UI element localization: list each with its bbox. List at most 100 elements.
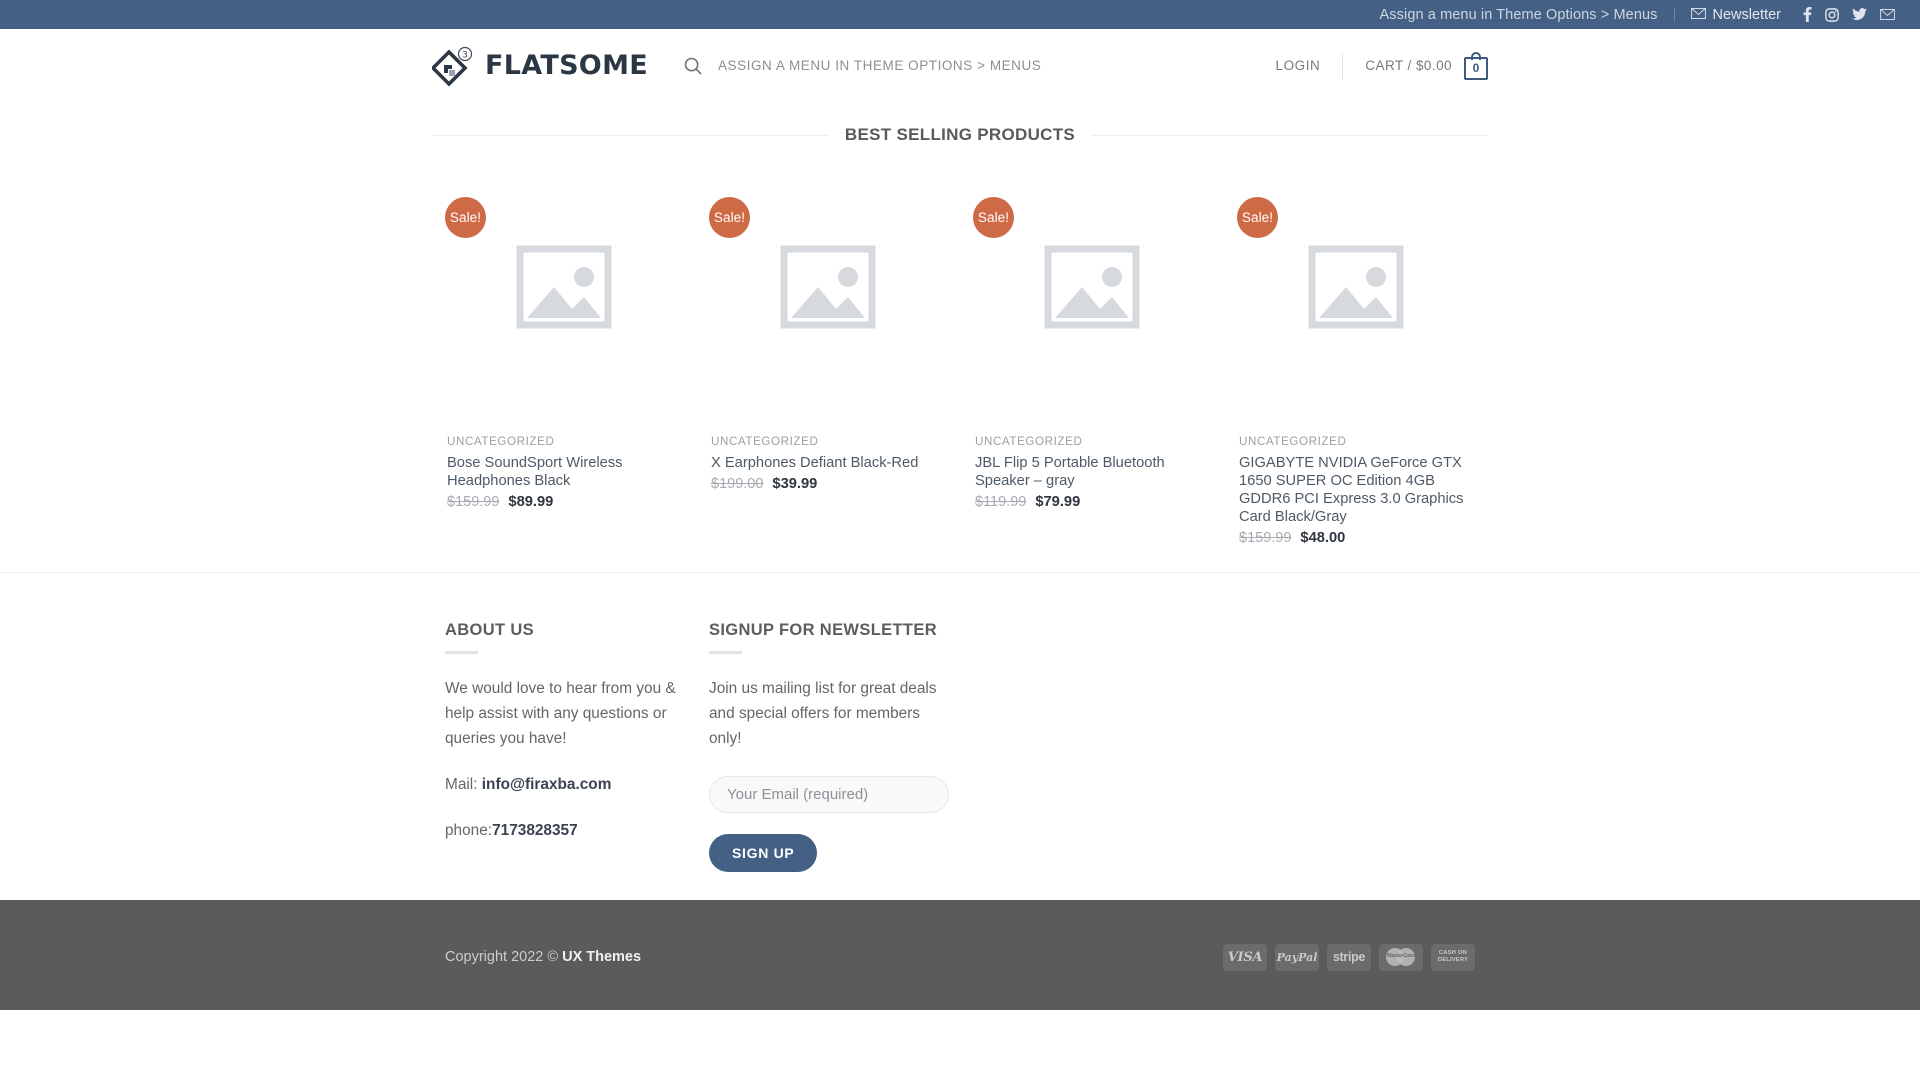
price-original: $119.99 [975, 494, 1027, 510]
instagram-icon[interactable] [1825, 7, 1839, 22]
cash-on-delivery-icon: CASH ON DELIVERY [1431, 943, 1475, 971]
about-body: We would love to hear from you & help as… [445, 680, 676, 747]
product-info: UNCATEGORIZED GIGABYTE NVIDIA GeForce GT… [1237, 435, 1475, 546]
copyright-text: Copyright 2022 © UX Themes [432, 949, 641, 965]
price-sale: $79.99 [1035, 494, 1081, 510]
product-card[interactable]: Sale! UNCATEGORIZED GIGABYTE NVIDIA GeFo… [1224, 197, 1488, 546]
cart-bag-icon: 0 [1464, 51, 1488, 80]
price-sale: $48.00 [1300, 530, 1346, 546]
mail-value[interactable]: info@firaxba.com [482, 776, 612, 793]
product-card[interactable]: Sale! UNCATEGORIZED X Earphones Defiant … [696, 197, 960, 546]
cart-link[interactable]: CART / $0.00 0 [1365, 51, 1488, 80]
stripe-icon: stripe [1327, 943, 1371, 971]
about-title: ABOUT US [445, 621, 534, 639]
copyright-prefix: Copyright 2022 © [445, 949, 563, 965]
twitter-icon[interactable] [1852, 8, 1867, 21]
product-info: UNCATEGORIZED X Earphones Defiant Black-… [709, 435, 947, 492]
price-original: $159.99 [447, 494, 500, 510]
copyright-brand[interactable]: UX Themes [562, 949, 641, 965]
mail-label: Mail: [445, 776, 482, 793]
title-rule-right [1092, 134, 1488, 136]
site-logo[interactable]: 3 FLATSOME [430, 44, 648, 88]
newsletter-label: Newsletter [1712, 6, 1782, 23]
flatsome-diamond-icon: 3 [430, 44, 476, 88]
sale-badge: Sale! [1237, 197, 1278, 238]
header-right: LOGIN CART / $0.00 0 [1276, 51, 1488, 80]
price-sale: $39.99 [772, 476, 818, 492]
price-row: $159.99 $48.00 [1239, 530, 1475, 546]
newsletter-title: SIGNUP FOR NEWSLETTER [709, 621, 937, 639]
payment-icons: VISA PayPal stripe MasterCard CASH ON DE… [1223, 943, 1488, 971]
product-title[interactable]: JBL Flip 5 Portable Bluetooth Speaker – … [975, 454, 1211, 490]
placeholder-image-icon [778, 237, 878, 337]
product-media[interactable]: Sale! [709, 197, 947, 377]
placeholder-image-icon [514, 237, 614, 337]
footer-widgets: ABOUT US We would love to hear from you … [432, 573, 1488, 872]
stripe-label: stripe [1332, 950, 1366, 964]
phone-value[interactable]: 7173828357 [492, 822, 578, 839]
section-title-row: BEST SELLING PRODUCTS [432, 102, 1488, 145]
about-phone-line: phone:7173828357 [445, 818, 683, 843]
site-header: 3 FLATSOME ASSIGN A MENU IN THEME OPTION… [0, 29, 1920, 102]
newsletter-link[interactable]: Newsletter [1690, 6, 1782, 23]
sale-badge: Sale! [973, 197, 1014, 238]
product-info: UNCATEGORIZED Bose SoundSport Wireless H… [445, 435, 683, 510]
product-card[interactable]: Sale! UNCATEGORIZED Bose SoundSport Wire… [432, 197, 696, 546]
price-original: $159.99 [1239, 530, 1292, 546]
about-mail-line: Mail: info@firaxba.com [445, 772, 683, 797]
product-category[interactable]: UNCATEGORIZED [975, 435, 1211, 448]
footer-about-column: ABOUT US We would love to hear from you … [432, 621, 696, 872]
visa-icon: VISA [1223, 943, 1267, 971]
topbar-menu-notice[interactable]: Assign a menu in Theme Options > Menus [1380, 7, 1658, 23]
product-info: UNCATEGORIZED JBL Flip 5 Portable Blueto… [973, 435, 1211, 510]
newsletter-body: Join us mailing list for great deals and… [709, 680, 937, 747]
product-card[interactable]: Sale! UNCATEGORIZED JBL Flip 5 Portable … [960, 197, 1224, 546]
title-rule-left [432, 134, 828, 136]
phone-label: phone: [445, 822, 493, 839]
price-row: $199.00 $39.99 [711, 476, 947, 492]
cart-count: 0 [1464, 56, 1488, 80]
sale-badge: Sale! [445, 197, 486, 238]
email-icon[interactable] [1880, 9, 1895, 20]
newsletter-title-rule [709, 651, 742, 654]
search-icon[interactable] [684, 57, 702, 75]
header-nav: ASSIGN A MENU IN THEME OPTIONS > MENUS [684, 57, 1041, 75]
placeholder-image-icon [1042, 237, 1142, 337]
topbar-divider [1673, 7, 1675, 22]
product-category[interactable]: UNCATEGORIZED [1239, 435, 1475, 448]
sale-badge: Sale! [709, 197, 750, 238]
login-link[interactable]: LOGIN [1276, 58, 1321, 73]
page-title: BEST SELLING PRODUCTS [844, 125, 1076, 144]
product-title[interactable]: Bose SoundSport Wireless Headphones Blac… [447, 454, 683, 490]
product-media[interactable]: Sale! [445, 197, 683, 377]
nav-menu-notice[interactable]: ASSIGN A MENU IN THEME OPTIONS > MENUS [718, 58, 1041, 73]
placeholder-image-icon [1306, 237, 1406, 337]
product-title[interactable]: X Earphones Defiant Black-Red [711, 454, 947, 472]
paypal-icon: PayPal [1275, 943, 1319, 971]
cart-bag-handle [1471, 51, 1481, 60]
facebook-icon[interactable] [1803, 7, 1812, 22]
paypal-label: PayPal [1276, 950, 1318, 964]
cod-label: CASH ON DELIVERY [1437, 950, 1469, 963]
mastercard-label: MasterCard [1386, 953, 1416, 959]
signup-button[interactable]: SIGN UP [709, 834, 818, 872]
product-media[interactable]: Sale! [973, 197, 1211, 377]
mastercard-icon: MasterCard [1379, 943, 1423, 971]
email-field[interactable] [709, 776, 949, 813]
price-original: $199.00 [711, 476, 764, 492]
logo-text: FLATSOME [485, 50, 648, 81]
header-divider [1342, 52, 1344, 79]
social-links [1803, 7, 1895, 22]
product-media[interactable]: Sale! [1237, 197, 1475, 377]
footer-newsletter-column: SIGNUP FOR NEWSLETTER Join us mailing li… [696, 621, 960, 872]
price-row: $159.99 $89.99 [447, 494, 683, 510]
svg-text:3: 3 [462, 50, 468, 60]
product-title[interactable]: GIGABYTE NVIDIA GeForce GTX 1650 SUPER O… [1239, 454, 1475, 526]
top-bar: Assign a menu in Theme Options > Menus N… [0, 0, 1920, 29]
product-category[interactable]: UNCATEGORIZED [711, 435, 947, 448]
price-row: $119.99 $79.99 [975, 494, 1211, 510]
main-content: BEST SELLING PRODUCTS Sale! UNCATEGORIZE… [432, 102, 1488, 572]
envelope-icon [1690, 7, 1706, 23]
product-grid: Sale! UNCATEGORIZED Bose SoundSport Wire… [432, 197, 1488, 572]
product-category[interactable]: UNCATEGORIZED [447, 435, 683, 448]
